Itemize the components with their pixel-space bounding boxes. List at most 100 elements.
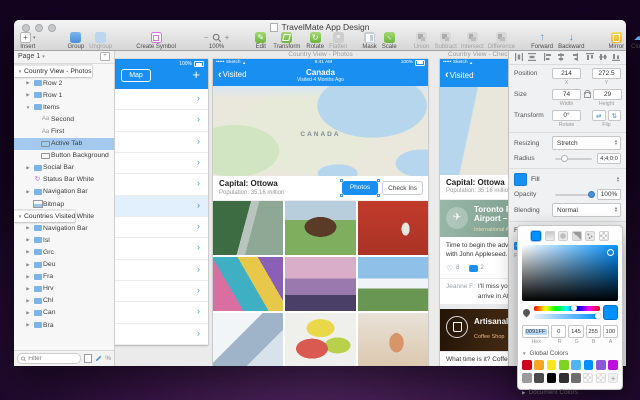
layer-row-status-bar-white[interactable]: ↻Status Bar White — [14, 174, 114, 186]
flip-vertical-button[interactable]: ⇅ — [608, 110, 622, 121]
toolbar-create-symbol-button[interactable]: Create Symbol — [136, 32, 176, 50]
add-country-button[interactable]: + — [192, 67, 200, 82]
align-center-horizontal-icon[interactable] — [556, 52, 566, 62]
country-list-row[interactable]: › — [115, 174, 208, 195]
slider-knob[interactable] — [588, 191, 595, 198]
filter-field[interactable] — [17, 353, 81, 364]
toolbar-mirror-button[interactable]: Mirror — [608, 32, 624, 50]
position-y-input[interactable] — [592, 68, 621, 79]
photo-thumbnail[interactable] — [213, 257, 283, 311]
alpha-input[interactable]: 100 — [603, 325, 618, 338]
duplicate-page-icon[interactable] — [84, 354, 92, 363]
position-x-input[interactable] — [552, 68, 581, 79]
country-list-row[interactable]: › — [115, 324, 208, 345]
toolbar-flatten-button[interactable]: ≡Flatten — [329, 32, 347, 50]
toolbar-union-button[interactable]: Union — [414, 32, 430, 50]
layer-row-hrv[interactable]: ▶Hrv — [14, 283, 114, 295]
artboard-label-country-view-photos[interactable]: Country View - Photos — [213, 51, 428, 58]
color-swatch[interactable] — [559, 360, 569, 370]
map-button[interactable]: Map — [121, 69, 151, 82]
disclosure-closed-icon[interactable]: ▶ — [24, 298, 32, 304]
resizing-select[interactable]: Stretch ▲▼ — [552, 136, 621, 150]
page-selector[interactable]: Page 1 ▾ — [18, 53, 45, 60]
layer-row-grc[interactable]: ▶Grc — [14, 246, 114, 258]
toolbar-transform-button[interactable]: Transform — [273, 32, 300, 50]
color-swatch[interactable] — [608, 360, 618, 370]
stepper-icon[interactable]: ▲▼ — [616, 177, 621, 182]
zoom-in-button[interactable]: + — [223, 33, 232, 42]
color-swatch[interactable] — [534, 373, 544, 383]
heart-icon[interactable]: ♡ — [446, 263, 453, 275]
layer-row-isl[interactable]: ▶Isl — [14, 234, 114, 246]
layer-row-country-view-photos[interactable]: ▼Country View - Photos — [14, 65, 92, 77]
opacity-input[interactable] — [597, 189, 621, 200]
alpha-slider[interactable] — [534, 314, 600, 319]
radial-gradient-tab[interactable] — [558, 231, 568, 241]
artboard-country-view-checkins[interactable]: ••••• Sketch ▲ ‹Visited Canada Visited 4… — [440, 59, 508, 366]
toolbar-100--button[interactable]: −+100% — [202, 32, 231, 50]
toolbar-mask-button[interactable]: Mask — [362, 32, 376, 50]
align-middle-vertical-icon[interactable] — [598, 52, 608, 62]
selection-handle[interactable] — [377, 194, 380, 197]
color-swatch[interactable] — [596, 360, 606, 370]
toolbar-edit-button[interactable]: ✎Edit — [255, 32, 266, 50]
layer-row-items[interactable]: ▼Items — [14, 101, 114, 113]
layer-row-bitmap[interactable]: Bitmap — [14, 198, 114, 210]
country-list-row[interactable]: › — [115, 132, 208, 153]
distribute-vertically-icon[interactable] — [527, 52, 537, 62]
country-list-row[interactable]: › — [115, 196, 208, 217]
color-knob[interactable] — [607, 249, 614, 256]
disclosure-closed-icon[interactable]: ▶ — [24, 262, 32, 268]
toolbar-cloud-button[interactable]: ☁Cloud — [631, 32, 640, 50]
disclosure-closed-icon[interactable]: ▶ — [24, 92, 32, 98]
toolbar-intersect-button[interactable]: Intersect — [461, 32, 484, 50]
toolbar-forward-button[interactable]: ↑Forward — [531, 32, 553, 50]
layer-row-countries-visited[interactable]: ▼Countries Visited — [14, 210, 75, 222]
checkins-tab-button[interactable]: Check Ins — [382, 181, 423, 195]
layer-row-first[interactable]: AaFirst — [14, 125, 114, 137]
photo-thumbnail[interactable] — [358, 201, 428, 255]
toolbar-rotate-button[interactable]: ↻Rotate — [306, 32, 324, 50]
align-right-icon[interactable] — [569, 52, 579, 62]
height-input[interactable] — [593, 89, 622, 100]
layer-row-bra[interactable]: ▶Bra — [14, 319, 114, 331]
angular-gradient-tab[interactable] — [572, 231, 582, 241]
photo-thumbnail[interactable] — [285, 257, 355, 311]
disclosure-closed-icon[interactable]: ▶ — [24, 322, 32, 328]
zoom-out-button[interactable]: − — [202, 33, 211, 42]
layer-row-row-2[interactable]: ▶Row 2 — [14, 77, 114, 89]
disclosure-closed-icon[interactable]: ▶ — [24, 165, 32, 171]
layer-row-deu[interactable]: ▶Deu — [14, 259, 114, 271]
color-swatch[interactable] — [522, 373, 532, 383]
toolbar-subtract-button[interactable]: Subtract — [434, 32, 456, 50]
disclosure-closed-icon[interactable]: ▶ — [24, 189, 32, 195]
color-swatch[interactable] — [559, 373, 569, 383]
hue-slider[interactable] — [534, 306, 600, 311]
opacity-slider[interactable] — [555, 194, 592, 196]
toolbar-ungroup-button[interactable]: Ungroup — [89, 32, 112, 50]
slider-knob[interactable] — [561, 155, 568, 162]
toolbar-scale-button[interactable]: ↔Scale — [382, 32, 397, 50]
artboard-countries-list[interactable]: 100% Map + ›››››››››››› — [115, 59, 208, 345]
lock-ratio-icon[interactable] — [584, 92, 591, 98]
country-list-row[interactable]: › — [115, 281, 208, 302]
photo-thumbnail[interactable] — [285, 201, 355, 255]
color-swatch[interactable] — [547, 373, 557, 383]
toolbar-insert-button[interactable]: +▾Insert — [20, 32, 36, 50]
document-colors-header[interactable]: ▶ Document Colors — [522, 389, 618, 396]
disclosure-closed-icon[interactable]: ▶ — [24, 237, 32, 243]
disclosure-open-icon[interactable]: ▼ — [16, 69, 24, 74]
add-color-button[interactable]: + — [608, 373, 618, 383]
transparent-swatch[interactable] — [583, 373, 593, 383]
country-list-row[interactable]: › — [115, 153, 208, 174]
color-swatch[interactable] — [584, 360, 594, 370]
global-colors-header[interactable]: ▼ Global Colors — [522, 350, 618, 357]
layer-row-button-background[interactable]: Button Background — [14, 150, 114, 162]
saturation-brightness-picker[interactable] — [522, 245, 618, 301]
pencil-icon[interactable] — [95, 355, 102, 362]
disclosure-closed-icon[interactable]: ▶ — [24, 274, 32, 280]
toolbar-backward-button[interactable]: ↓Backward — [558, 32, 584, 50]
country-list-row[interactable]: › — [115, 238, 208, 259]
filter-input[interactable] — [28, 356, 77, 362]
disclosure-closed-icon[interactable]: ▶ — [24, 249, 32, 255]
